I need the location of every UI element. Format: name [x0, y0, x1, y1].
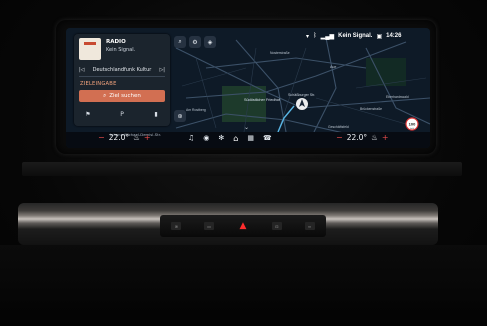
bottom-bar: Johann-Michael-Demisl-Str. − 22.0° ♨ + ♫… — [66, 132, 430, 148]
map-label: Geschäftsfeld — [328, 125, 349, 129]
lock-icon[interactable]: ⊡ — [271, 222, 282, 230]
phone-icon[interactable]: ☎ — [263, 134, 272, 143]
seat-heating-icon[interactable]: ♨ — [371, 133, 378, 142]
driver-temp[interactable]: 22.0° — [109, 133, 129, 142]
apps-icon[interactable]: ▦ — [247, 134, 254, 143]
speed-limit-value: 100 — [409, 122, 416, 127]
defrost-icon[interactable]: ≋ — [171, 222, 182, 230]
map-view-icon[interactable]: ⊛ — [174, 110, 186, 122]
map-label: Am Rostberg — [186, 108, 206, 112]
wifi-icon: ▾ — [306, 33, 310, 40]
quick-nav-row: ⚑ P ▮ — [79, 108, 165, 120]
speed-limit-unit: km/h — [410, 128, 414, 130]
parking-icon[interactable]: P — [113, 111, 131, 118]
infotainment-screen: Südöstlicher Friedhof Schäßburger Str. A… — [66, 28, 430, 148]
cemetery-area — [222, 86, 266, 122]
chevron-down-icon[interactable]: ⌄ — [244, 124, 249, 131]
skip-forward-icon[interactable]: ▷| — [159, 67, 165, 73]
station-logo[interactable] — [79, 38, 101, 60]
map-label: Brückenstraße — [360, 107, 382, 111]
map-label: Eberhardswald — [386, 95, 409, 99]
airflow-icon[interactable]: ≈ — [304, 222, 315, 230]
station-name[interactable]: Deutschlandfunk Kultur — [93, 67, 152, 73]
navigation-icon[interactable]: ◉ — [203, 134, 209, 143]
seat-heating-icon[interactable]: ♨ — [133, 133, 140, 142]
driver-temp-up-button[interactable]: + — [144, 133, 151, 142]
status-bar: ▾ ᛒ ▂▄▆ Kein Signal. ▣ 14:26 — [306, 30, 401, 42]
music-icon[interactable]: ♫ — [188, 134, 194, 143]
driver-temp-down-button[interactable]: − — [98, 133, 105, 142]
map-label: Nosterstraße — [270, 51, 290, 55]
fan-icon[interactable]: ✻ — [218, 134, 224, 143]
app-dock: ♫ ◉ ✻ ⌂ ▦ ☎ — [188, 134, 272, 143]
media-navigation-card: RADIO Kein Signal. |◁ Deutschlandfunk Ku… — [74, 34, 170, 126]
map-label: Südöstlicher Friedhof — [244, 98, 281, 102]
calendar-icon: ▣ — [376, 33, 383, 40]
search-icon: ⌕ — [103, 92, 107, 99]
bluetooth-icon: ᛒ — [313, 33, 317, 39]
destination-heading: ZIELEINGABE — [80, 81, 117, 87]
lower-dash — [0, 245, 487, 326]
clock: 14:26 — [386, 33, 402, 39]
search-icon[interactable]: ⌕ — [174, 36, 186, 48]
driver-climate: − 22.0° ♨ + — [98, 133, 151, 142]
flag-icon[interactable]: ⚑ — [79, 111, 97, 118]
passenger-temp[interactable]: 22.0° — [347, 133, 367, 142]
home-icon[interactable]: ⌂ — [233, 134, 238, 143]
passenger-climate: − 22.0° ♨ + — [336, 133, 389, 142]
dashboard-strip — [22, 162, 462, 176]
skip-back-icon[interactable]: |◁ — [79, 67, 85, 73]
search-destination-button[interactable]: ⌕ Ziel suchen — [79, 90, 165, 102]
signal-status: Kein Signal. — [338, 33, 373, 39]
settings-icon[interactable]: ⚙ — [189, 36, 201, 48]
passenger-temp-up-button[interactable]: + — [382, 133, 389, 142]
hazard-button[interactable]: ▲ — [237, 221, 249, 231]
car-interior: Südöstlicher Friedhof Schäßburger Str. A… — [0, 0, 487, 326]
search-destination-label: Ziel suchen — [109, 93, 141, 99]
divider — [79, 76, 165, 77]
center-switch-panel: ≋ ▭ ▲ ⊡ ≈ — [160, 215, 326, 237]
map-controls: ⌕ ⚙ ◈ — [174, 36, 216, 48]
layers-icon[interactable]: ◈ — [204, 36, 216, 48]
charging-icon[interactable]: ▮ — [147, 111, 165, 118]
media-status: Kein Signal. — [106, 47, 136, 53]
map-label: Aue — [330, 65, 336, 69]
cellular-icon: ▂▄▆ — [320, 33, 335, 40]
media-source-title: RADIO — [106, 39, 126, 45]
map-label: Schäßburger Str. — [288, 93, 315, 97]
station-controls: |◁ Deutschlandfunk Kultur ▷| — [79, 65, 165, 75]
rear-defrost-icon[interactable]: ▭ — [204, 222, 215, 230]
passenger-temp-down-button[interactable]: − — [336, 133, 343, 142]
